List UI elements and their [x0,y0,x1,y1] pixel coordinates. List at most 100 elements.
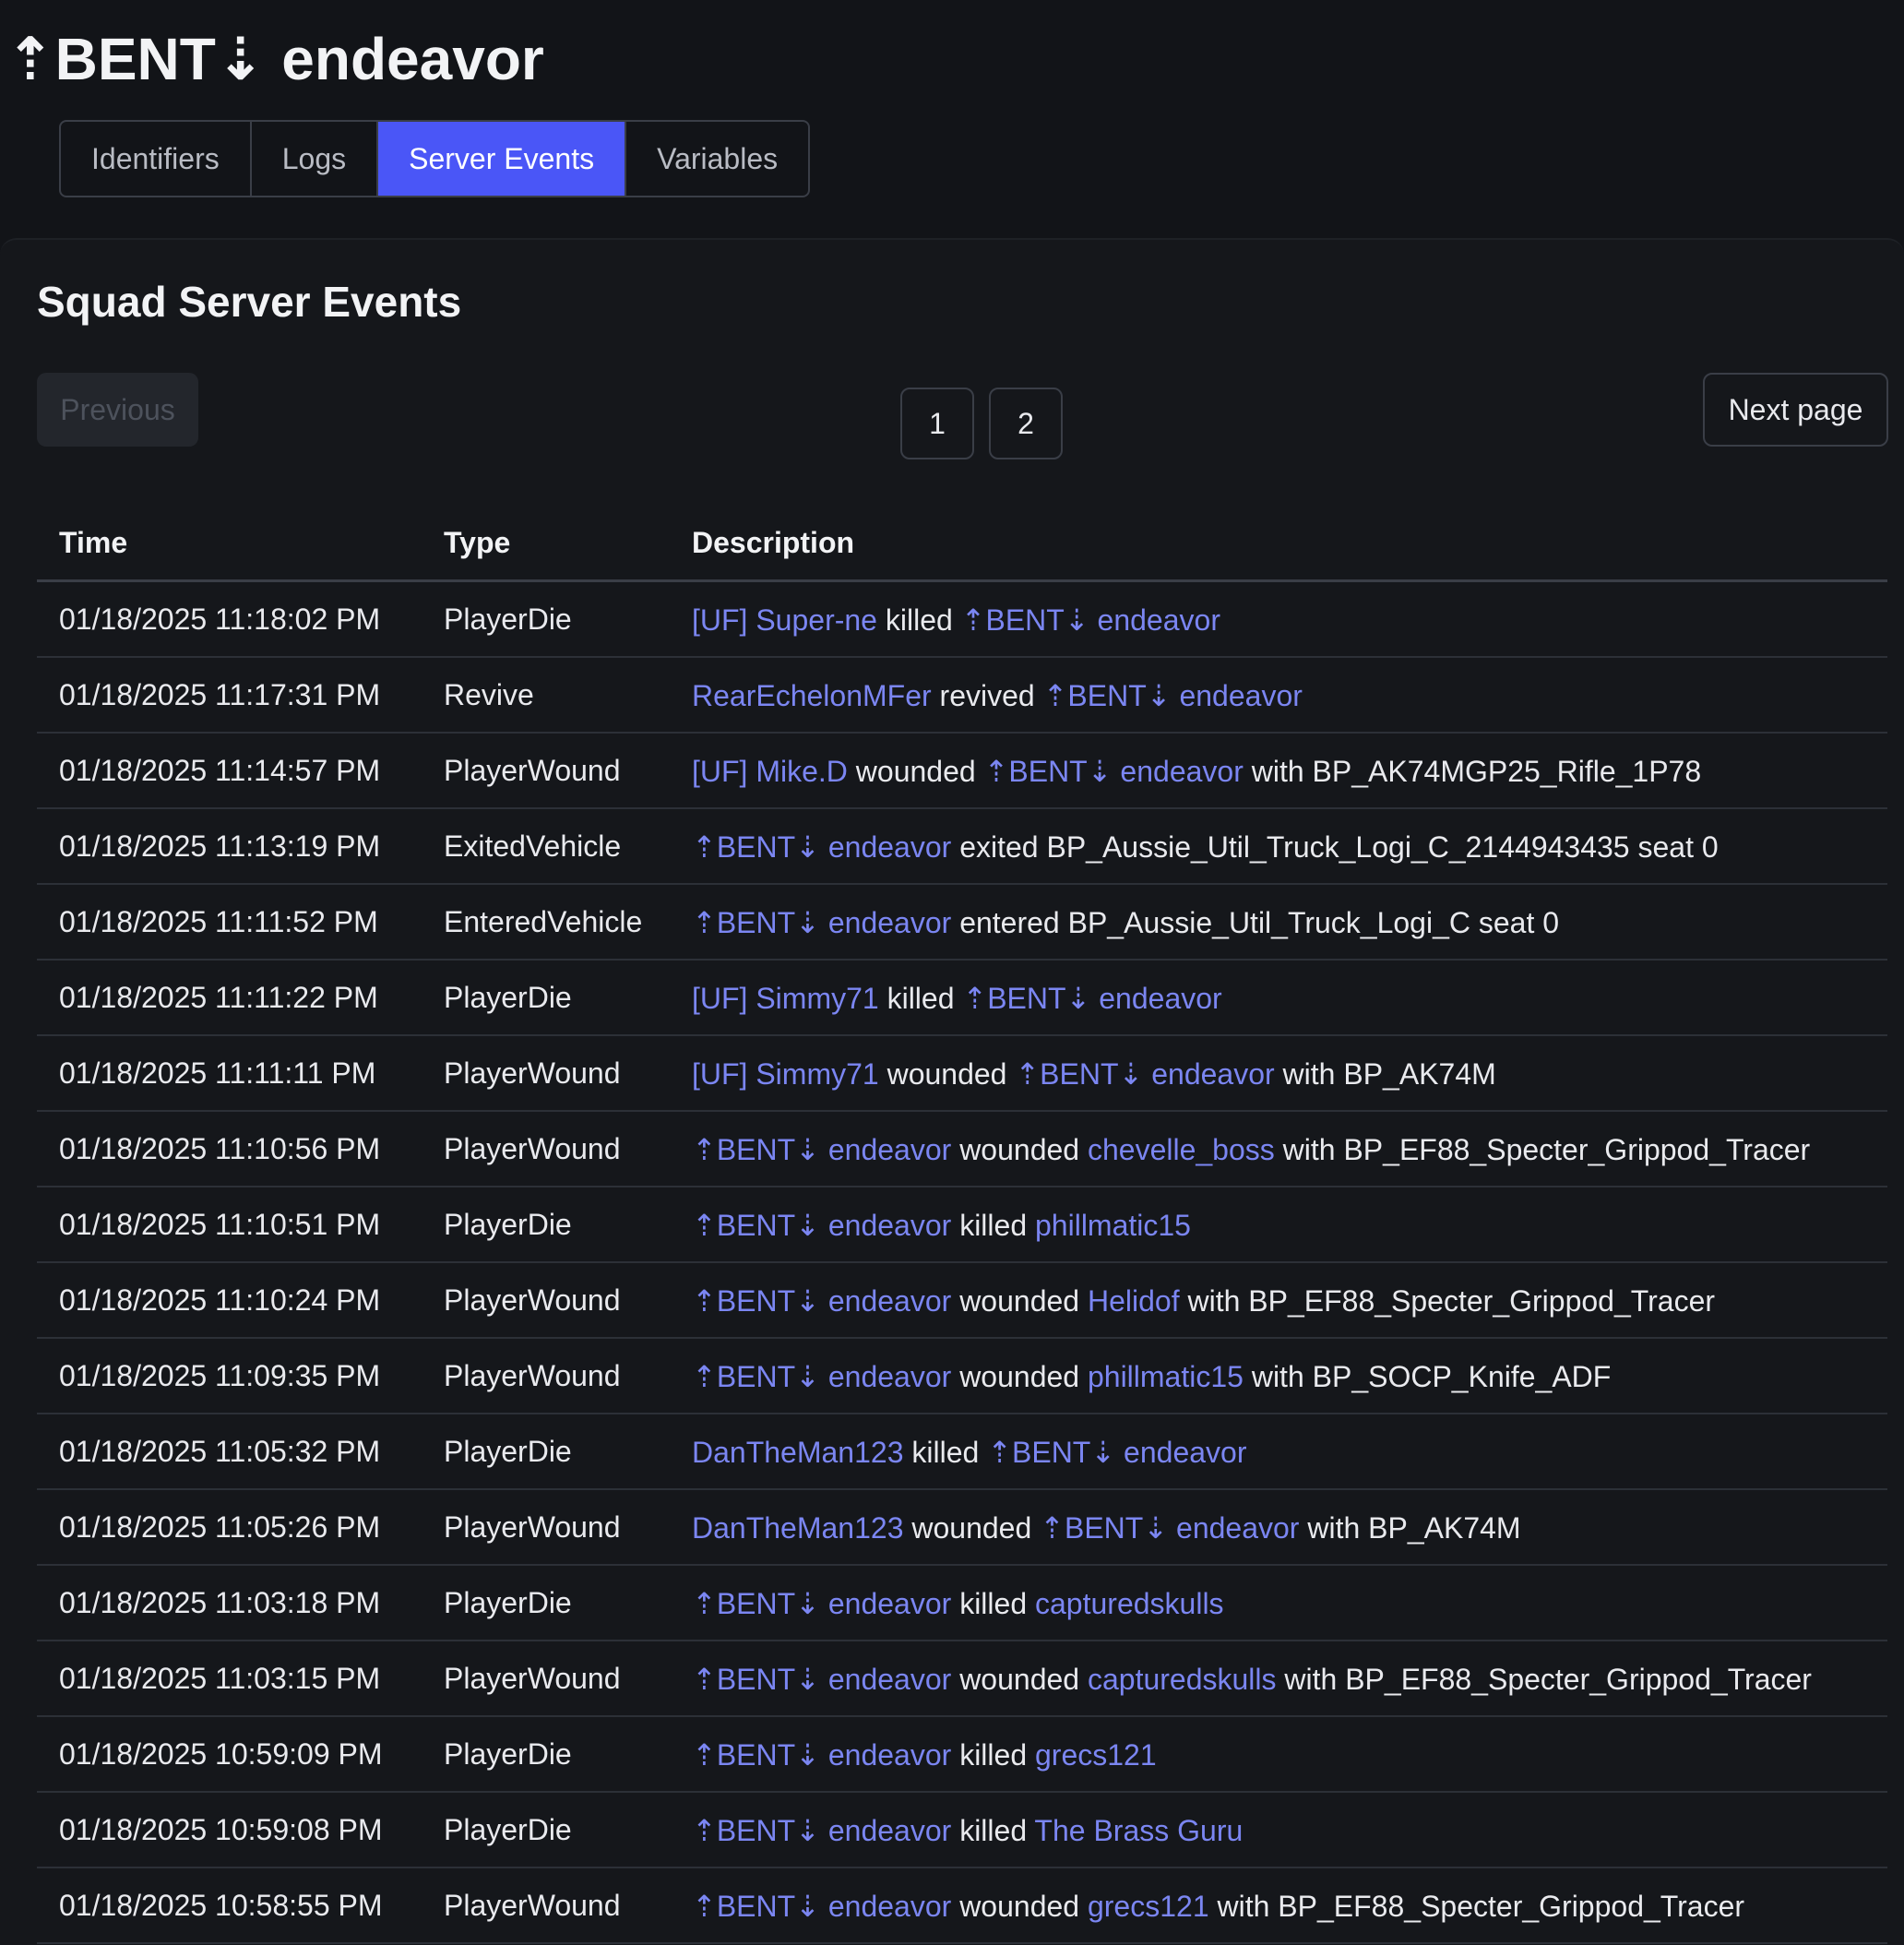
table-row: 01/18/2025 11:13:19 PM ExitedVehicle ⇡BENT… [37,809,1887,885]
event-verb: killed [911,1436,980,1469]
target-player-link[interactable]: grecs121 [1088,1890,1209,1923]
event-description: ⇡BENT⇣ endeavor wounded chevelle_boss wi… [692,1132,1810,1167]
event-description: DanTheMan123 wounded ⇡BENT⇣ endeavor wit… [692,1510,1521,1545]
event-description: ⇡BENT⇣ endeavor killed The Brass Guru [692,1813,1243,1848]
event-description: [UF] Simmy71 killed ⇡BENT⇣ endeavor [692,981,1222,1016]
table-row: 01/18/2025 11:05:26 PM PlayerWound DanTheM… [37,1490,1887,1566]
next-page-button[interactable]: Next page [1703,373,1888,447]
actor-player-link[interactable]: ⇡BENT⇣ endeavor [692,1663,951,1696]
page-1-button[interactable]: 1 [900,388,974,459]
events-table: Time Type Description 01/18/2025 11:18:0… [37,506,1887,1944]
event-type: PlayerDie [444,1208,572,1241]
table-row: 01/18/2025 11:03:15 PM PlayerWound ⇡BENT⇣ … [37,1641,1887,1717]
actor-player-link[interactable]: ⇡BENT⇣ endeavor [692,1360,951,1393]
event-type: PlayerDie [444,1737,572,1771]
target-player-link[interactable]: ⇡BENT⇣ endeavor [984,755,1244,788]
event-type: PlayerWound [444,1889,621,1922]
target-player-link[interactable]: ⇡BENT⇣ endeavor [961,603,1220,637]
event-type: PlayerWound [444,1510,621,1544]
event-weapon: with BP_SOCP_Knife_ADF [1251,1360,1612,1393]
event-time: 01/18/2025 10:59:09 PM [59,1737,383,1771]
actor-player-link[interactable]: [UF] Mike.D [692,755,848,788]
event-type: PlayerWound [444,1359,621,1392]
event-type: Revive [444,678,534,711]
event-type: PlayerWound [444,1132,621,1165]
table-row: 01/18/2025 11:11:52 PM EnteredVehicle ⇡BEN… [37,885,1887,961]
event-time: 01/18/2025 11:11:52 PM [59,905,378,938]
actor-player-link[interactable]: ⇡BENT⇣ endeavor [692,906,951,939]
table-row: 01/18/2025 11:03:18 PM PlayerDie ⇡BENT⇣ en… [37,1566,1887,1641]
event-verb: wounded [959,1890,1080,1923]
event-time: 01/18/2025 10:59:08 PM [59,1813,383,1846]
actor-player-link[interactable]: ⇡BENT⇣ endeavor [692,1814,951,1847]
event-weapon: with BP_EF88_Specter_Grippod_Tracer [1282,1133,1811,1166]
table-body: 01/18/2025 11:18:02 PM PlayerDie [UF] Supe… [37,582,1887,1944]
event-verb: wounded [855,755,976,788]
actor-player-link[interactable]: DanTheMan123 [692,1511,903,1545]
actor-player-link[interactable]: [UF] Super-ne [692,603,877,637]
event-type: PlayerWound [444,1056,621,1090]
event-type: PlayerDie [444,1435,572,1468]
actor-player-link[interactable]: DanTheMan123 [692,1436,903,1469]
previous-page-button[interactable]: Previous [37,373,198,447]
event-type: EnteredVehicle [444,905,643,938]
target-player-link[interactable]: ⇡BENT⇣ endeavor [987,1436,1246,1469]
target-player-link[interactable]: ⇡BENT⇣ endeavor [1040,1511,1299,1545]
actor-player-link[interactable]: [UF] Simmy71 [692,1057,879,1091]
actor-player-link[interactable]: ⇡BENT⇣ endeavor [692,1284,951,1318]
event-time: 01/18/2025 11:10:56 PM [59,1132,381,1165]
target-player-link[interactable]: phillmatic15 [1035,1209,1191,1242]
event-description: [UF] Simmy71 wounded ⇡BENT⇣ endeavor wit… [692,1056,1496,1092]
event-time: 01/18/2025 11:11:22 PM [59,981,378,1014]
event-description: ⇡BENT⇣ endeavor wounded Helidof with BP_… [692,1283,1715,1319]
table-row: 01/18/2025 11:10:56 PM PlayerWound ⇡BENT⇣ … [37,1112,1887,1187]
target-player-link[interactable]: The Brass Guru [1034,1814,1243,1847]
table-header: Time Type Description [37,506,1887,582]
target-player-link[interactable]: capturedskulls [1088,1663,1277,1696]
page-2-button[interactable]: 2 [989,388,1063,459]
event-verb: wounded [959,1284,1080,1318]
event-weapon: with BP_EF88_Specter_Grippod_Tracer [1284,1663,1812,1696]
actor-player-link[interactable]: RearEchelonMFer [692,679,932,712]
target-player-link[interactable]: Helidof [1088,1284,1180,1318]
target-player-link[interactable]: phillmatic15 [1088,1360,1244,1393]
target-player-link[interactable]: ⇡BENT⇣ endeavor [1015,1057,1274,1091]
event-verb: killed [885,603,953,637]
event-time: 01/18/2025 11:05:26 PM [59,1510,381,1544]
event-type: PlayerDie [444,1813,572,1846]
event-time: 01/18/2025 11:09:35 PM [59,1359,381,1392]
actor-player-link[interactable]: ⇡BENT⇣ endeavor [692,1209,951,1242]
event-time: 01/18/2025 11:17:31 PM [59,678,381,711]
tab-server-events[interactable]: Server Events [378,122,627,196]
target-player-link[interactable]: grecs121 [1035,1738,1157,1772]
actor-player-link[interactable]: ⇡BENT⇣ endeavor [692,830,951,864]
actor-player-link[interactable]: ⇡BENT⇣ endeavor [692,1890,951,1923]
actor-player-link[interactable]: ⇡BENT⇣ endeavor [692,1738,951,1772]
section-title: Squad Server Events [37,278,462,326]
event-type: ExitedVehicle [444,829,622,863]
event-description: ⇡BENT⇣ endeavor wounded capturedskulls w… [692,1662,1812,1697]
event-time: 01/18/2025 11:18:02 PM [59,603,381,636]
table-row: 01/18/2025 10:59:08 PM PlayerDie ⇡BENT⇣ en… [37,1793,1887,1868]
event-time: 01/18/2025 11:14:57 PM [59,754,381,787]
table-row: 01/18/2025 11:10:24 PM PlayerWound ⇡BENT⇣ … [37,1263,1887,1339]
target-player-link[interactable]: ⇡BENT⇣ endeavor [1043,679,1303,712]
event-description: RearEchelonMFer revived ⇡BENT⇣ endeavor [692,678,1303,713]
target-player-link[interactable]: ⇡BENT⇣ endeavor [962,982,1221,1015]
description-column-header: Description [692,526,855,559]
table-row: 01/18/2025 11:14:57 PM PlayerWound [UF] Mi… [37,734,1887,809]
tab-logs[interactable]: Logs [252,122,379,196]
target-player-link[interactable]: chevelle_boss [1088,1133,1275,1166]
event-verb: exited BP_Aussie_Util_Truck_Logi_C_21449… [959,830,1719,864]
event-description: ⇡BENT⇣ endeavor exited BP_Aussie_Util_Tr… [692,829,1719,865]
event-type: PlayerDie [444,981,572,1014]
event-time: 01/18/2025 11:13:19 PM [59,829,381,863]
actor-player-link[interactable]: ⇡BENT⇣ endeavor [692,1587,951,1620]
event-verb: entered BP_Aussie_Util_Truck_Logi_C seat… [959,906,1560,939]
tab-identifiers[interactable]: Identifiers [61,122,252,196]
event-time: 01/18/2025 10:58:55 PM [59,1889,383,1922]
actor-player-link[interactable]: ⇡BENT⇣ endeavor [692,1133,951,1166]
actor-player-link[interactable]: [UF] Simmy71 [692,982,879,1015]
target-player-link[interactable]: capturedskulls [1035,1587,1224,1620]
tab-variables[interactable]: Variables [626,122,808,196]
